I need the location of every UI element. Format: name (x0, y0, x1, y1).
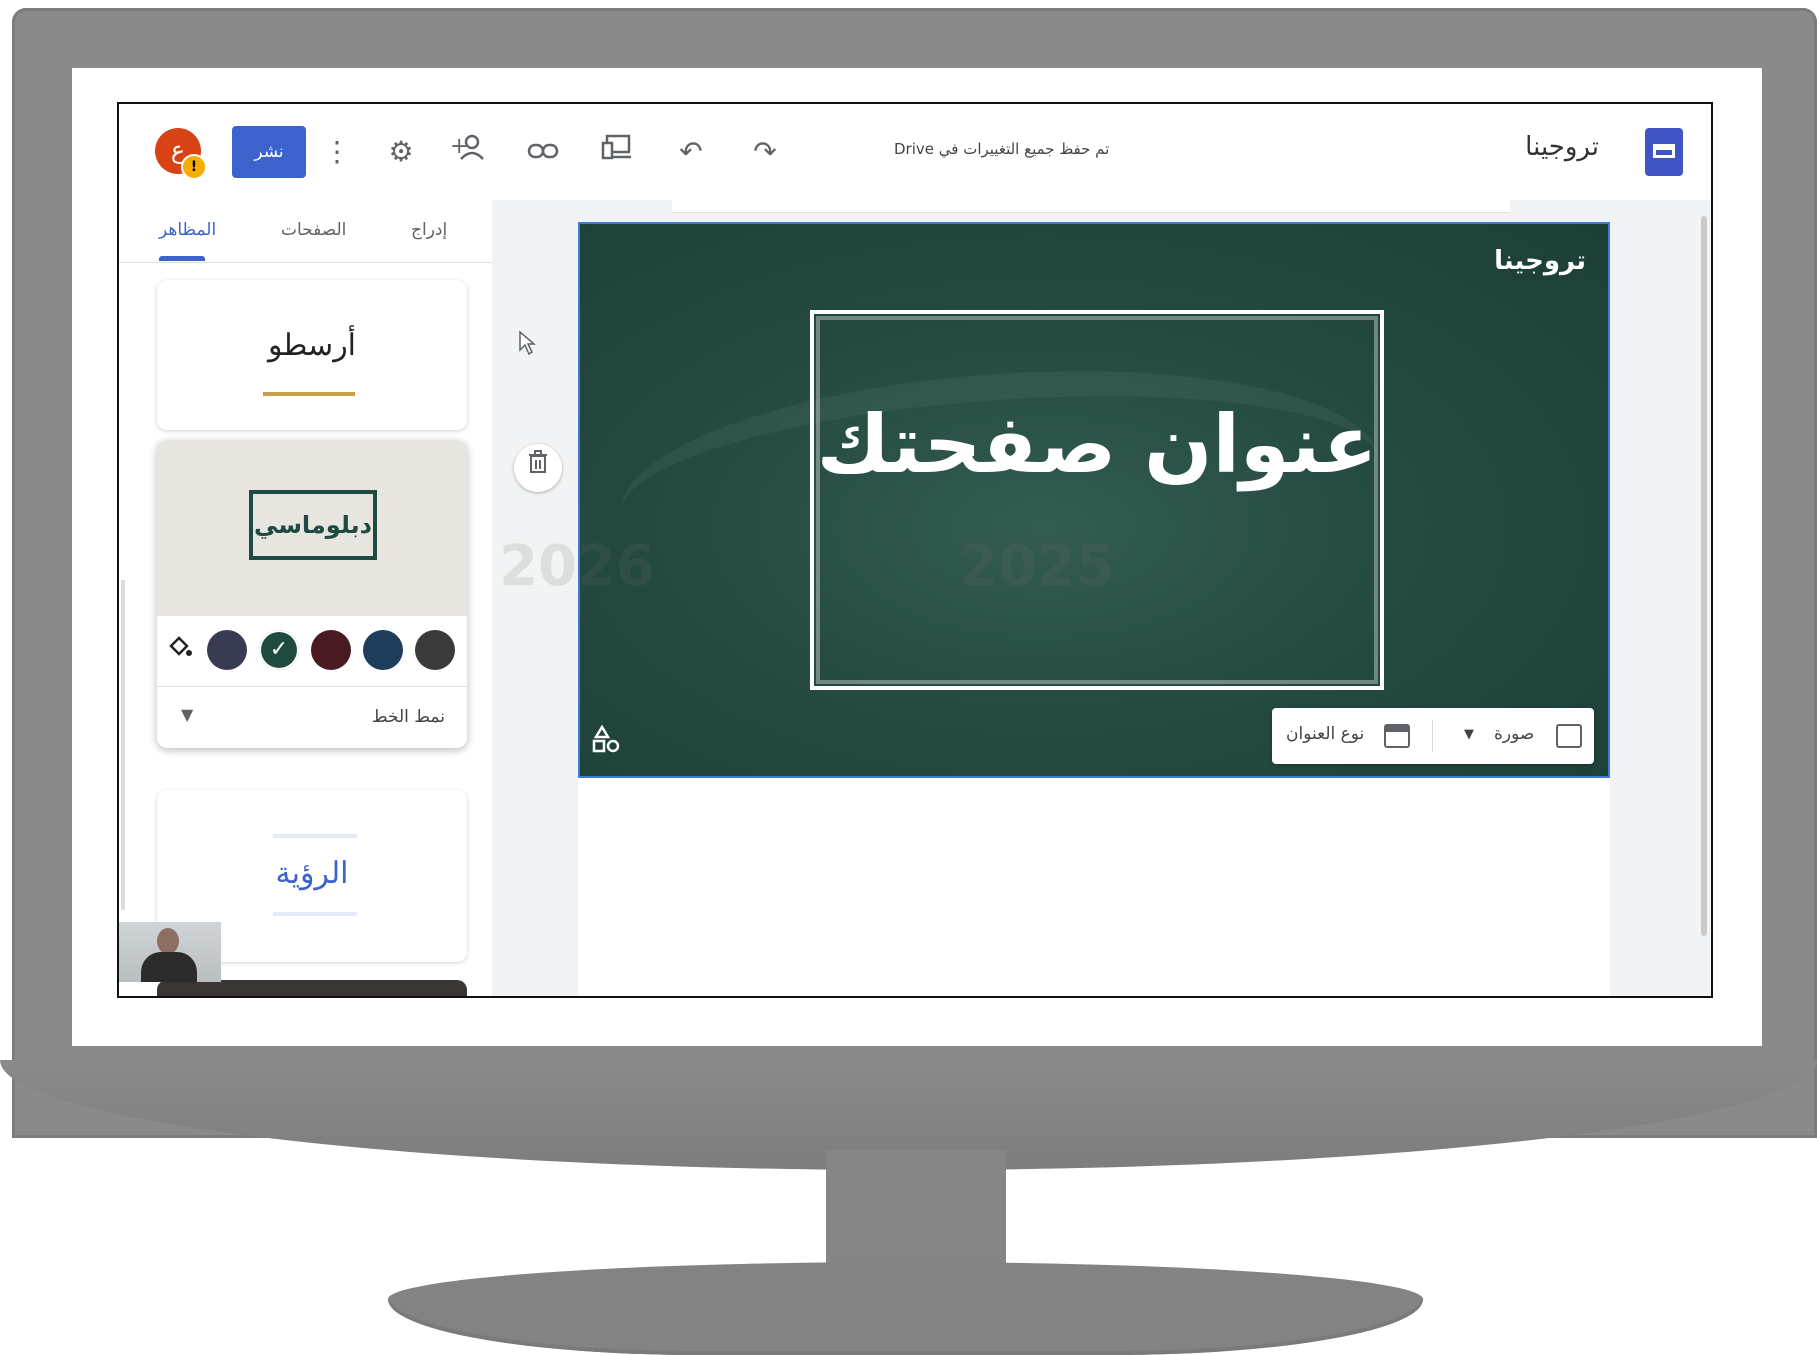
google-sites-logo[interactable] (1645, 128, 1683, 176)
image-icon[interactable] (1556, 724, 1582, 748)
devices-preview-icon[interactable] (597, 132, 637, 172)
color-swatch-maroon[interactable] (311, 630, 351, 670)
save-status-text: تم حفظ جميع التغييرات في Drive (894, 140, 1110, 158)
link-icon[interactable] (523, 132, 563, 172)
theme-card-next[interactable] (157, 980, 467, 996)
font-style-label: نمط الخط (371, 707, 445, 727)
monitor-base (388, 1262, 1423, 1355)
header-options-toolbar: صورة ▼ نوع العنوان (1272, 708, 1594, 764)
undo-icon[interactable]: ↶ (671, 132, 711, 172)
google-sites-editor: ع ! نشر ⋮ ⚙ + ↶ ↷ تم حفظ جميع التغييرات … (117, 102, 1713, 998)
color-swatch-blue[interactable] (363, 630, 403, 670)
shapes-icon[interactable] (592, 724, 622, 761)
monitor-neck (826, 1150, 1006, 1275)
canvas-scrollbar[interactable] (1701, 216, 1707, 936)
header-type-button[interactable]: نوع العنوان (1286, 724, 1364, 744)
theme-card-aristotle[interactable]: أرسطو (157, 280, 467, 430)
site-page: تروجينا عنوان صفحتك صورة ▼ نوع العنوان (578, 222, 1610, 996)
presenter-webcam-thumbnail (119, 922, 221, 982)
tab-pages[interactable]: الصفحات (281, 220, 346, 240)
theme-accent-line (273, 912, 357, 916)
more-vert-icon[interactable]: ⋮ (317, 132, 357, 172)
theme-name: دبلوماسي (249, 490, 377, 560)
publish-button[interactable]: نشر (232, 126, 306, 178)
paint-bucket-icon[interactable] (167, 634, 193, 666)
tab-insert[interactable]: إدراج (411, 220, 447, 240)
active-tab-indicator (159, 256, 205, 261)
page-title-box[interactable]: عنوان صفحتك (810, 310, 1384, 690)
site-name-field[interactable]: تروجينا (1525, 132, 1599, 162)
share-person-icon[interactable]: + (447, 132, 487, 172)
theme-accent-line (273, 834, 357, 838)
top-bar: ع ! نشر ⋮ ⚙ + ↶ ↷ تم حفظ جميع التغييرات … (119, 104, 1711, 201)
watermark-year-right: 2025 (959, 534, 1115, 599)
color-swatch-navy[interactable] (207, 630, 247, 670)
page-canvas: تروجينا عنوان صفحتك صورة ▼ نوع العنوان (492, 200, 1711, 996)
header-site-name[interactable]: تروجينا (1494, 246, 1586, 276)
theme-name: الرؤية (275, 856, 349, 891)
delete-section-button[interactable] (514, 444, 562, 492)
themes-panel: المظاهر الصفحات إدراج أرسطو دبلوماسي ✓ ▼… (119, 200, 493, 996)
theme-preview: دبلوماسي (157, 440, 467, 616)
sidebar-tabs: المظاهر الصفحات إدراج (119, 200, 492, 263)
font-style-dropdown[interactable]: ▼ نمط الخط (157, 686, 467, 748)
mouse-cursor-icon (518, 330, 537, 362)
page-title[interactable]: عنوان صفحتك (814, 396, 1380, 494)
image-button[interactable]: صورة (1494, 724, 1534, 744)
ruler (672, 200, 1510, 213)
gear-icon[interactable]: ⚙ (381, 132, 421, 172)
header-section[interactable]: تروجينا عنوان صفحتك صورة ▼ نوع العنوان (578, 222, 1610, 778)
presenter-body (141, 952, 197, 982)
theme-card-diplomat[interactable]: دبلوماسي ✓ ▼ نمط الخط (157, 440, 467, 748)
color-swatch-green-selected[interactable]: ✓ (259, 630, 299, 670)
page-content-area[interactable] (578, 778, 1610, 996)
watermark-year-left: 2026 (499, 534, 655, 599)
tab-themes[interactable]: المظاهر (159, 220, 216, 240)
chevron-down-icon: ▼ (181, 705, 194, 724)
theme-accent-line (263, 392, 355, 396)
header-type-icon[interactable] (1384, 724, 1410, 748)
presenter-head (157, 928, 179, 954)
sidebar-scrollbar[interactable] (121, 580, 125, 910)
toolbar-divider (1432, 720, 1433, 752)
theme-name: أرسطو (267, 328, 357, 363)
chevron-down-icon[interactable]: ▼ (1464, 727, 1474, 742)
warning-badge-icon: ! (181, 154, 207, 180)
color-swatch-charcoal[interactable] (415, 630, 455, 670)
redo-icon[interactable]: ↷ (745, 132, 785, 172)
